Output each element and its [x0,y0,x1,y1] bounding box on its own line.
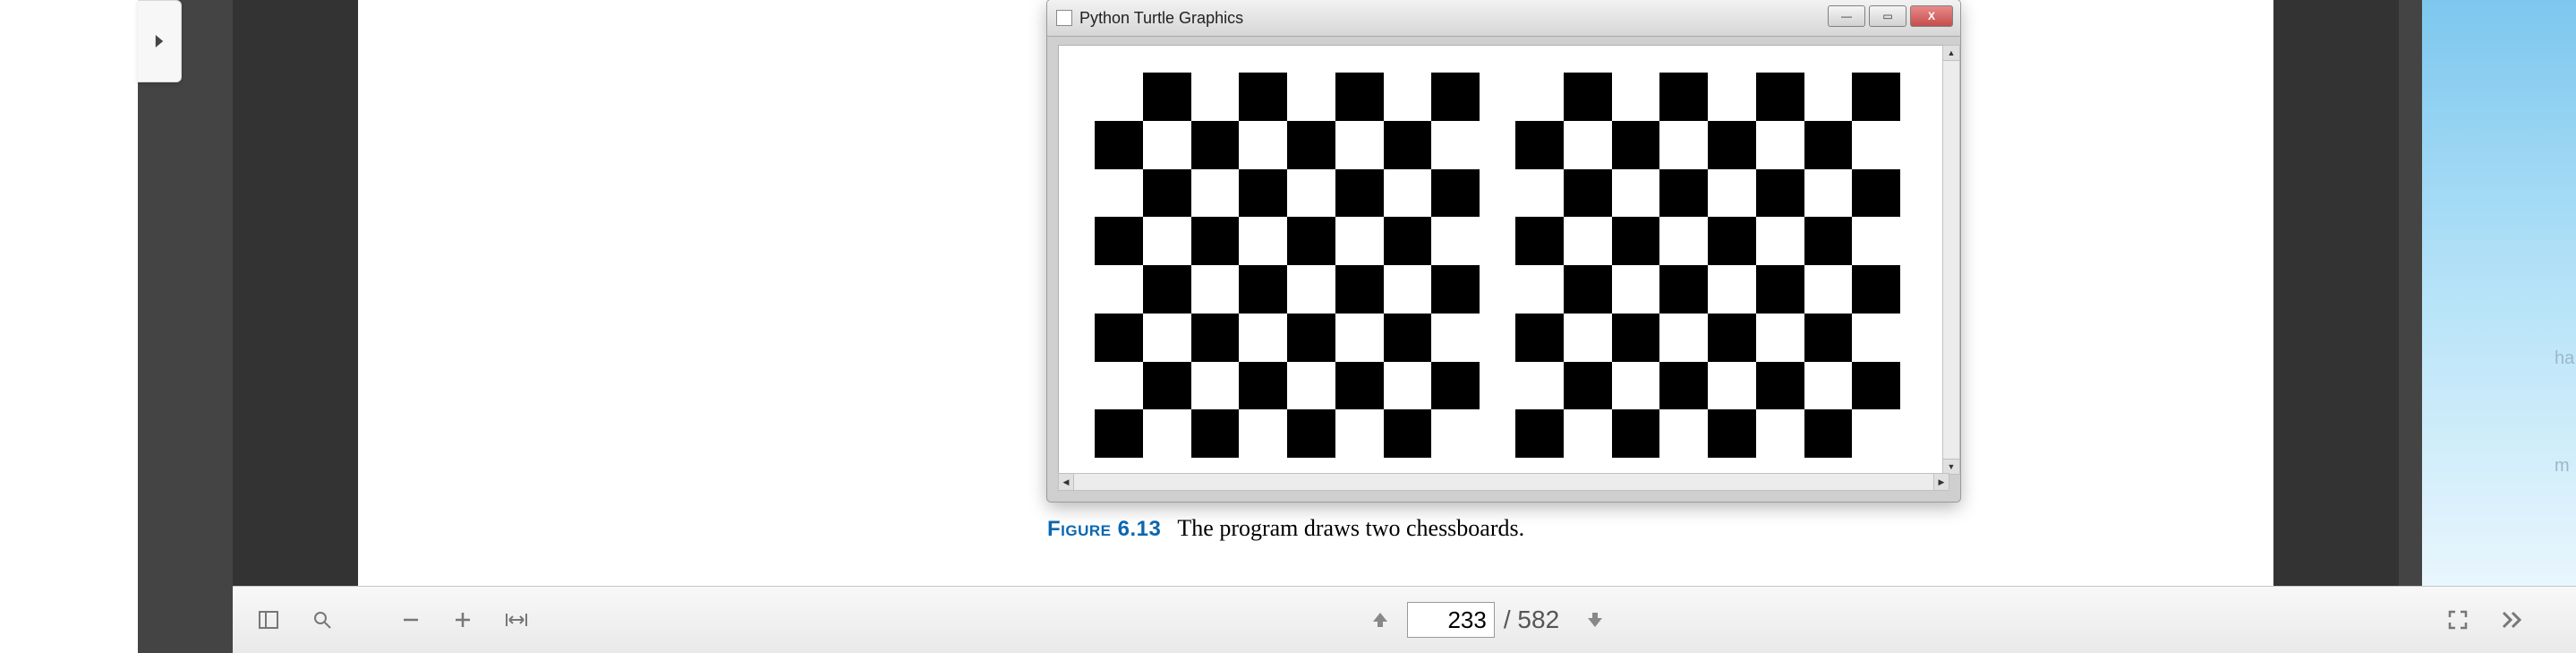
page-bg-left [233,0,358,587]
document-page: Python Turtle Graphics ― ▭ X ▲ ▼ ◀ ▶ [358,0,2273,587]
horizontal-scrollbar: ◀ ▶ [1058,473,1949,491]
chessboard-2 [1515,73,1900,458]
window-titlebar: Python Turtle Graphics ― ▭ X [1047,0,1960,37]
left-gutter [0,0,138,653]
figure-caption: Figure 6.13 The program draws two chessbo… [1047,515,1524,542]
arrow-up-icon [1369,609,1391,631]
fullscreen-button[interactable] [2447,609,2469,631]
sidebar-icon [258,609,279,631]
plus-icon [453,610,473,630]
turtle-window-screenshot: Python Turtle Graphics ― ▭ X ▲ ▼ ◀ ▶ [1047,0,1960,502]
turtle-canvas [1058,45,1949,475]
scroll-right-icon: ▶ [1933,474,1949,490]
fullscreen-icon [2447,609,2469,631]
window-title: Python Turtle Graphics [1079,9,1243,28]
arrow-down-icon [1584,609,1606,631]
prev-page-button[interactable] [1369,609,1391,631]
vertical-scrollbar: ▲ ▼ [1942,45,1960,475]
page-number-input[interactable] [1407,602,1495,638]
next-page-peek [2422,0,2576,587]
side-text-m: m [2555,457,2570,475]
page-total-label: / 582 [1504,606,1559,634]
minimize-button: ― [1828,5,1865,27]
pdf-toolbar: / 582 [233,586,2576,653]
tk-icon [1056,10,1072,26]
side-text-ha: ha [2555,349,2574,367]
figure-caption-text: The program draws two chessboards. [1177,515,1524,541]
sidebar-expand-button[interactable] [138,0,182,82]
page-bg-right [2273,0,2399,587]
fit-width-icon [505,610,528,630]
chevron-right-icon [153,35,166,47]
find-button[interactable] [311,609,333,631]
figure-number: Figure 6.13 [1047,517,1161,541]
minus-icon [401,610,421,630]
scroll-up-icon: ▲ [1943,46,1959,61]
chevron-double-right-icon [2501,611,2524,629]
scroll-left-icon: ◀ [1059,474,1074,490]
zoom-in-button[interactable] [453,610,473,630]
scroll-down-icon: ▼ [1943,459,1959,474]
close-button: X [1910,5,1953,27]
next-page-button[interactable] [1584,609,1606,631]
search-icon [311,609,333,631]
fit-width-button[interactable] [505,610,528,630]
chessboard-1 [1095,73,1480,458]
sidebar-toggle-button[interactable] [258,609,279,631]
zoom-out-button[interactable] [401,610,421,630]
maximize-button: ▭ [1869,5,1906,27]
more-tools-button[interactable] [2501,611,2524,629]
